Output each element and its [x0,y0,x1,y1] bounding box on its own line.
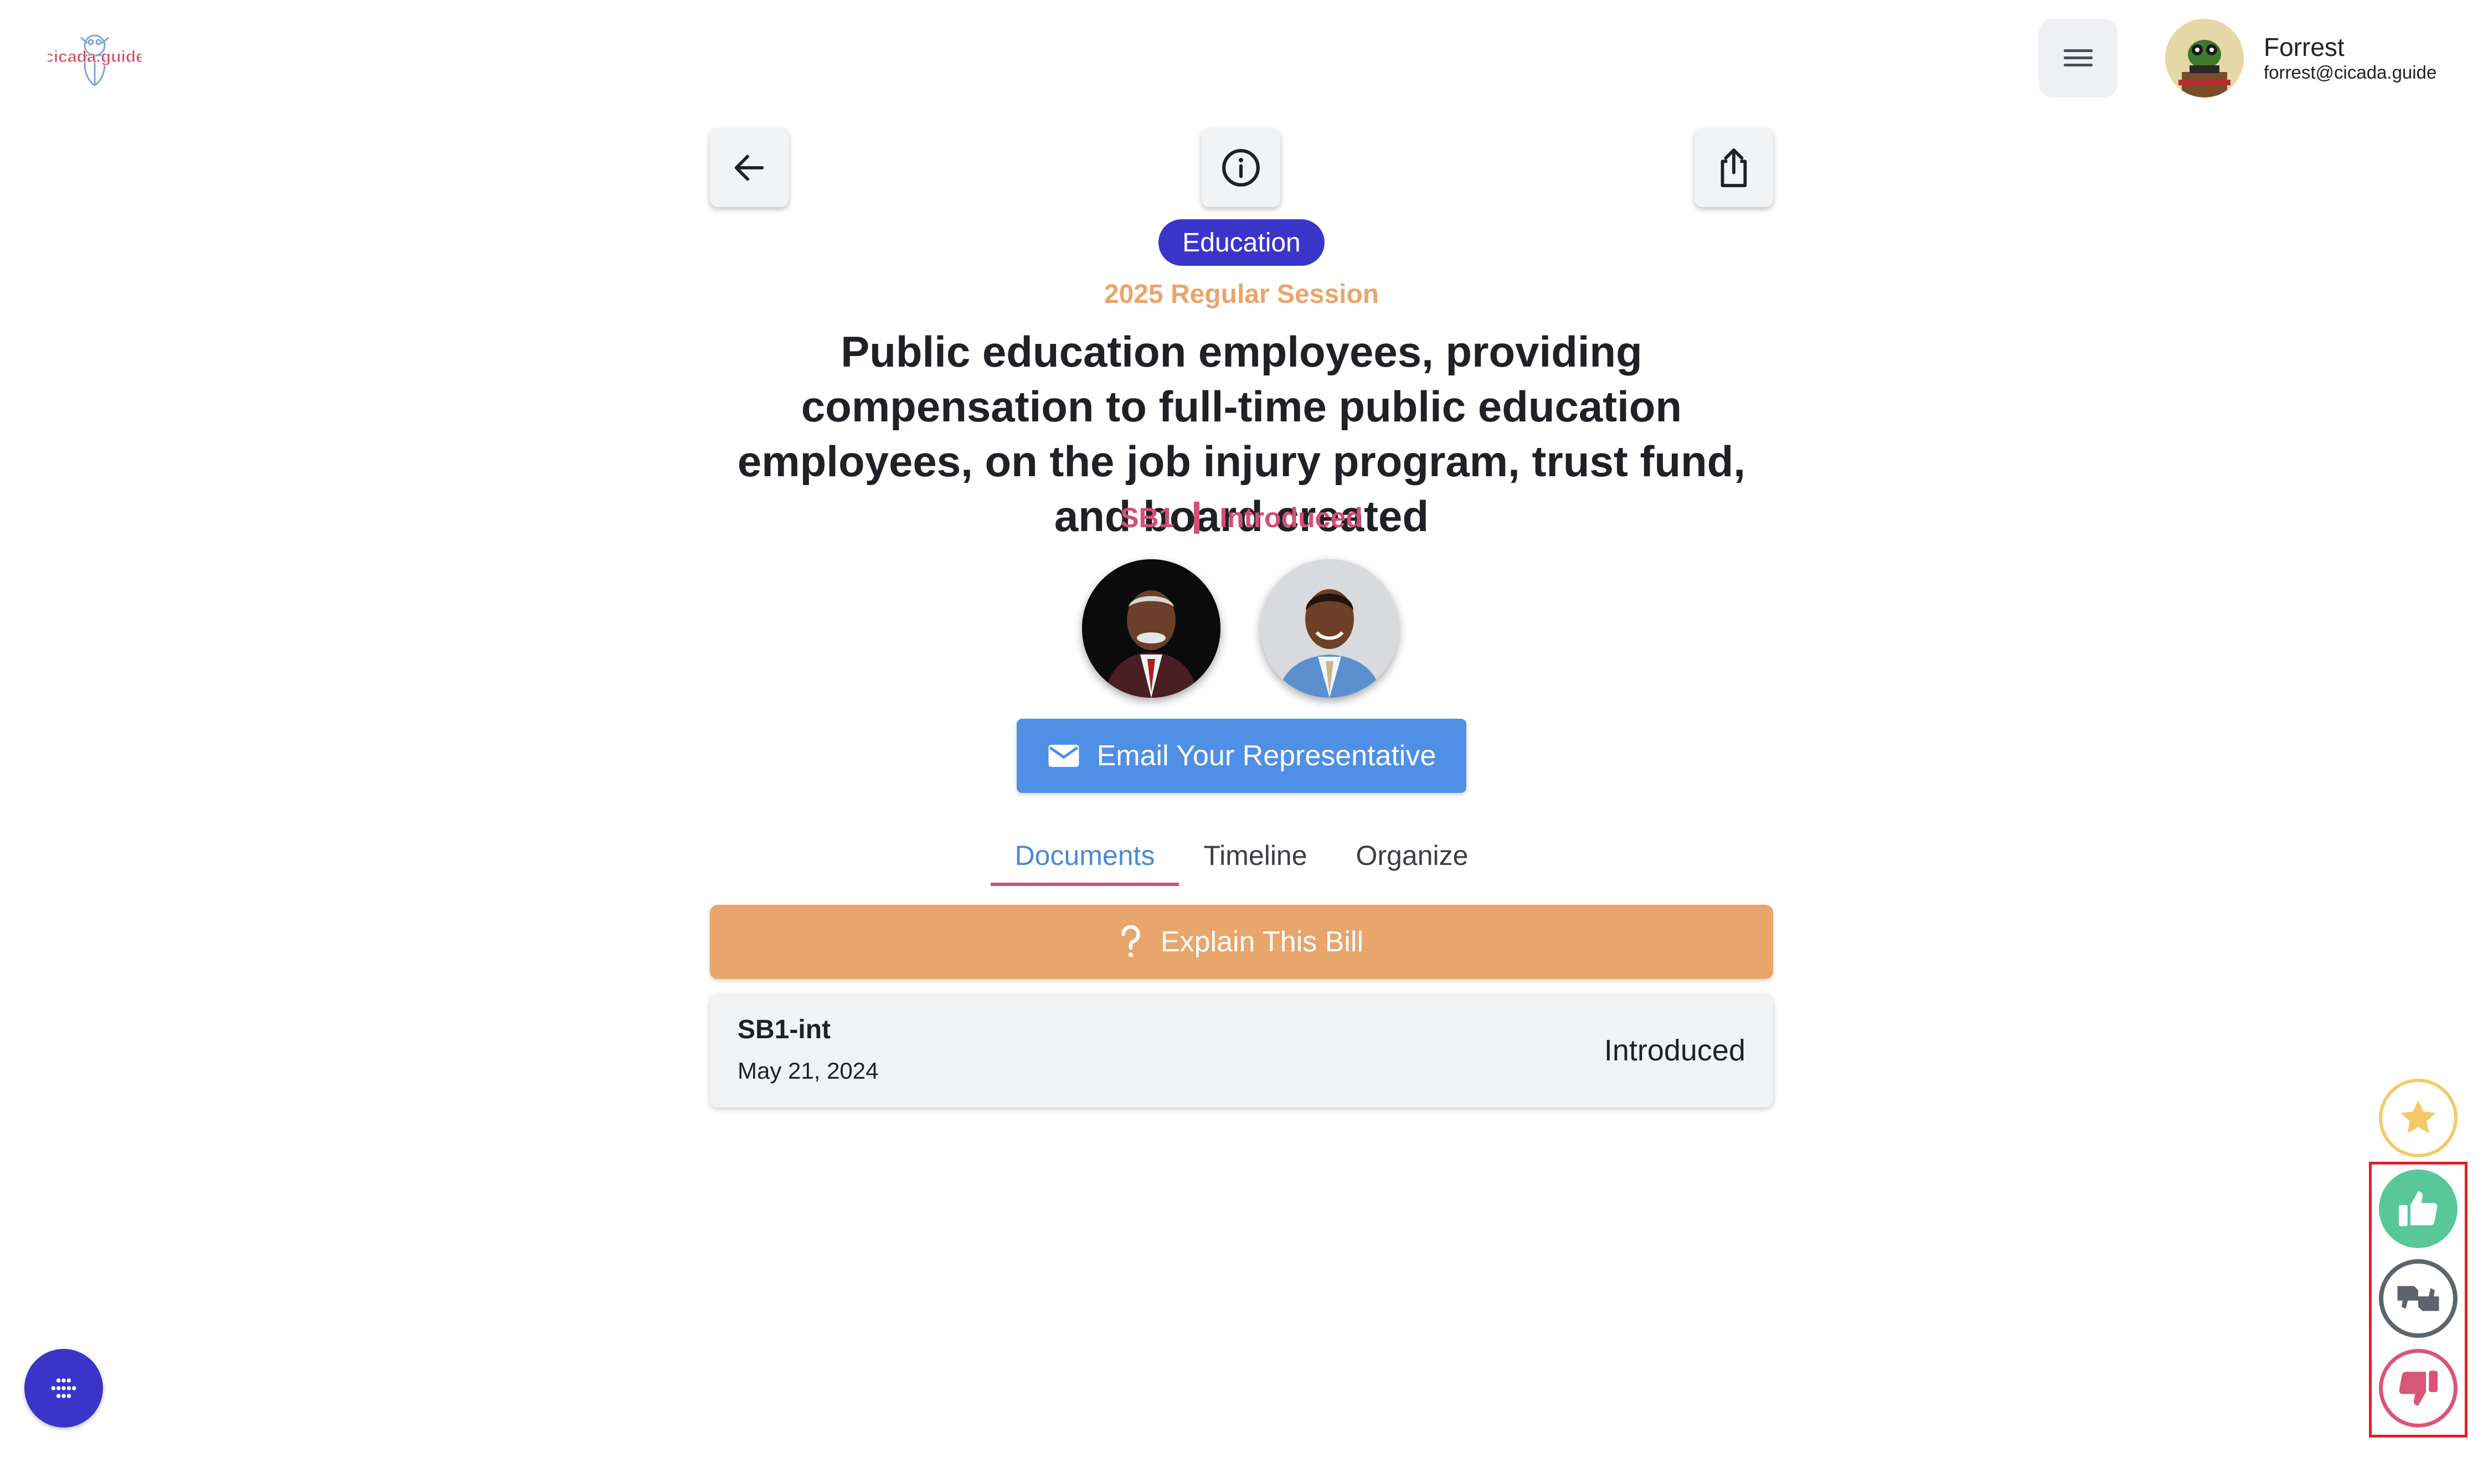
vote-up-button[interactable] [2379,1169,2458,1248]
thumbs-down-icon [2399,1370,2438,1406]
thumbs-sideways-icon [2397,1286,2439,1311]
hamburger-icon [2064,49,2093,66]
user-avatar[interactable] [2165,19,2244,97]
document-name: SB1-int [738,1015,831,1044]
bill-number: SB1 [1120,502,1174,533]
topic-chip[interactable]: Education [1158,219,1325,266]
email-representative-button[interactable]: Email Your Representative [1017,719,1466,793]
question-mark-icon [1121,925,1140,957]
share-icon [1720,148,1747,187]
email-representative-label: Email Your Representative [1096,740,1436,772]
document-status: Introduced [1604,1034,1745,1067]
info-button[interactable] [1202,128,1280,207]
logo-text: cicada.guide [48,48,142,66]
document-card[interactable]: SB1-int May 21, 2024 Introduced [710,995,1773,1107]
document-date: May 21, 2024 [738,1058,879,1084]
share-button[interactable] [1694,128,1773,207]
sponsor-avatar[interactable] [1082,559,1220,698]
vote-neutral-button[interactable] [2379,1259,2458,1338]
session-label: 2025 Regular Session [1104,280,1379,309]
explain-bill-button[interactable]: Explain This Bill [710,905,1773,979]
bill-tabs: Documents Timeline Organize [988,825,1495,886]
back-button[interactable] [710,128,789,207]
favorite-button[interactable] [2379,1079,2458,1157]
user-name: Forrest [2264,33,2345,61]
star-icon [2400,1100,2436,1133]
thumbs-up-icon [2399,1191,2438,1227]
tab-timeline[interactable]: Timeline [1179,825,1331,886]
apps-menu-button[interactable] [24,1349,103,1428]
tab-organize[interactable]: Organize [1332,825,1493,886]
arrow-left-icon [734,154,764,181]
dots-grid-icon [51,1378,76,1398]
cicada-guide-logo[interactable]: cicada.guide [44,28,145,89]
meta-separator [1194,502,1200,534]
tab-documents[interactable]: Documents [990,825,1179,886]
bill-meta: SB1 Introduced [997,502,1486,534]
explain-bill-label: Explain This Bill [1160,926,1364,958]
user-email: forrest@cicada.guide [2264,62,2437,83]
menu-button[interactable] [2039,19,2118,97]
envelope-icon [1048,745,1079,767]
bill-status: Introduced [1219,502,1363,533]
sponsor-avatar[interactable] [1260,559,1399,698]
info-circle-icon [1222,149,1260,187]
vote-down-button[interactable] [2379,1349,2458,1428]
